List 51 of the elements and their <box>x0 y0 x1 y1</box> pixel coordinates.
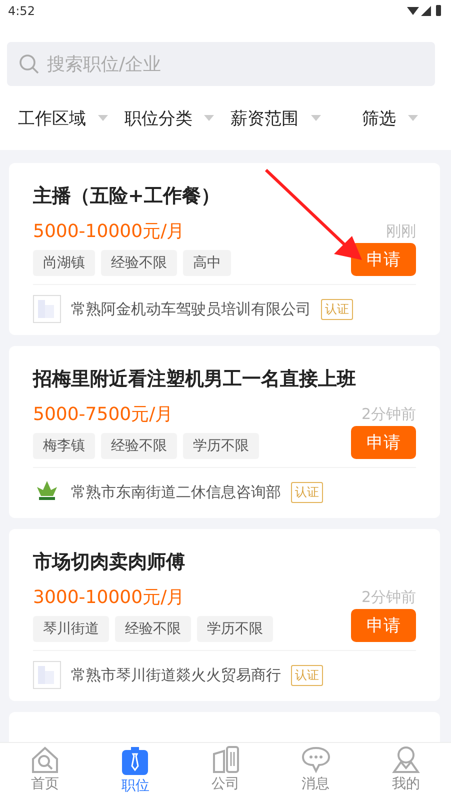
nav-tab[interactable]: 职位 <box>90 743 180 796</box>
person-icon <box>392 746 420 774</box>
caret-icon <box>310 115 320 121</box>
company-name[interactable]: 常熟市东南街道二休信息咨询部 <box>71 482 281 502</box>
job-tag: 学历不限 <box>197 616 273 642</box>
building-logo-icon <box>33 661 61 689</box>
caret-icon <box>98 115 108 121</box>
nav-tab[interactable]: 消息 <box>270 743 361 796</box>
job-title: 市场切肉卖肉师傅 <box>33 550 186 575</box>
job-title: 招梅里附近看注塑机男工一名直接上班 <box>33 367 357 392</box>
buildings-icon <box>212 746 240 774</box>
search-field[interactable]: 搜索职位/企业 <box>7 42 435 86</box>
job-tag: 学历不限 <box>183 432 259 458</box>
filter-dropdown[interactable]: 薪资范围 <box>230 106 337 130</box>
job-tag: 高中 <box>183 250 231 276</box>
caret-icon <box>204 115 214 121</box>
building-logo-icon <box>33 295 61 323</box>
post-time: 2分钟前 <box>361 588 416 606</box>
job-tag: 经验不限 <box>101 432 177 458</box>
nav-tab[interactable]: 首页 <box>0 743 90 796</box>
home-icon <box>30 746 60 774</box>
salary: 5000-10000元/月 <box>33 220 185 243</box>
job-tag: 梅李镇 <box>33 432 95 458</box>
filter-dropdown[interactable]: 职位分类 <box>124 106 230 130</box>
filter-dropdown[interactable]: 工作区域 <box>18 106 124 130</box>
verified-badge: 认证 <box>291 664 323 686</box>
caret-icon <box>408 115 418 121</box>
job-tag: 经验不限 <box>101 250 177 276</box>
job-card[interactable]: 主播（五险+工作餐） 5000-10000元/月 刚刚 尚湖镇 经验不限 高中 申请 常熟阿金机动车驾驶员培训有限公司 认证 <box>9 163 440 335</box>
status-time: 4:52 <box>8 4 35 18</box>
job-title: 主播（五险+工作餐） <box>33 184 221 209</box>
job-tag: 琴川街道 <box>33 616 109 642</box>
verified-badge: 认证 <box>321 298 353 320</box>
filter-dropdown[interactable]: 筛选 <box>336 106 443 130</box>
job-card[interactable]: 招梅里附近看注塑机男工一名直接上班 5000-7500元/月 2分钟前 梅李镇 经验不限 学历不限 申请 常熟市东南街道二休信息咨询部 认证 <box>9 346 440 518</box>
post-time: 2分钟前 <box>361 404 416 424</box>
company-name[interactable]: 常熟市琴川街道燚火火贸易商行 <box>71 666 281 684</box>
signal-battery-icon <box>407 5 443 17</box>
post-time: 刚刚 <box>386 222 416 240</box>
verified-badge: 认证 <box>291 482 323 502</box>
nav-tab[interactable]: 公司 <box>180 743 271 796</box>
search-icon <box>19 54 39 74</box>
briefcase-tie-icon <box>121 746 150 776</box>
job-card[interactable]: 市场切肉卖肉师傅 3000-10000元/月 2分钟前 琴川街道 经验不限 学历不限 申请 常熟市琴川街道燚火火贸易商行 认证 <box>9 529 440 701</box>
company-name[interactable]: 常熟阿金机动车驾驶员培训有限公司 <box>71 300 311 318</box>
job-tag: 尚湖镇 <box>33 250 95 276</box>
salary: 3000-10000元/月 <box>33 586 185 609</box>
salary: 5000-7500元/月 <box>33 403 174 426</box>
chat-bubble-icon <box>300 746 331 774</box>
job-tag: 经验不限 <box>115 616 191 642</box>
nav-tab[interactable]: 我的 <box>360 743 451 796</box>
